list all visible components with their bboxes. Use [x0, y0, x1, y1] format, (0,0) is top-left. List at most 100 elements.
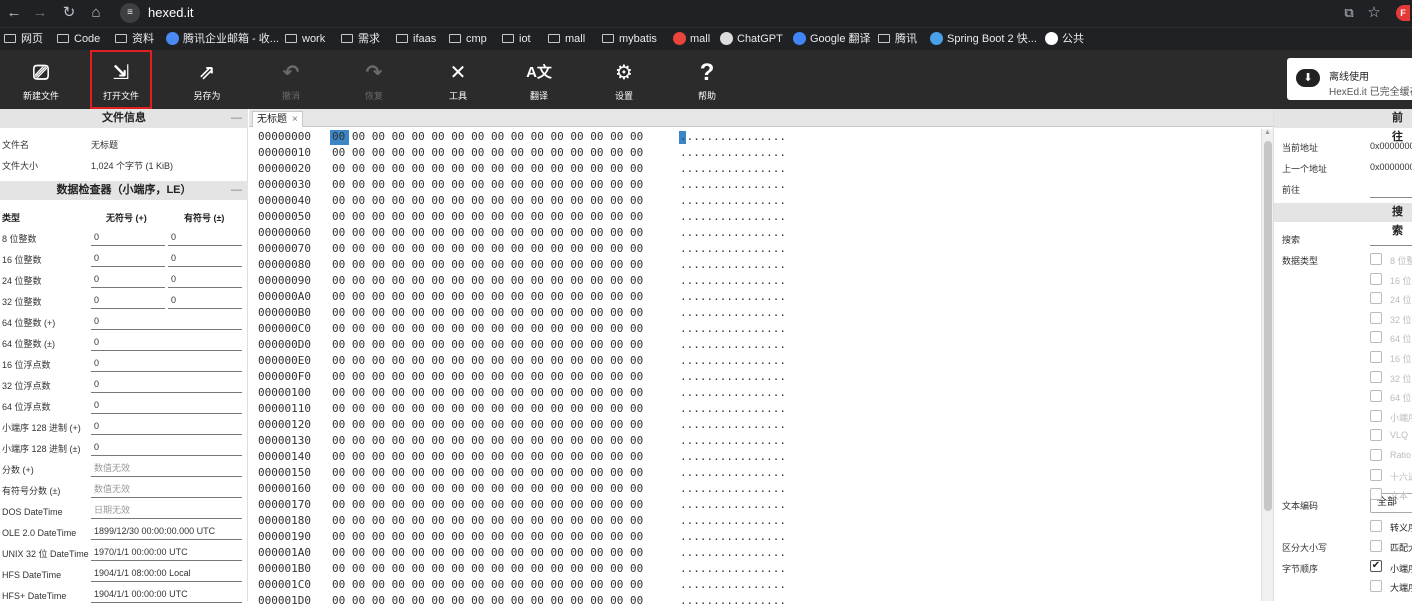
inspector-value-field[interactable]: 0 — [91, 439, 242, 456]
data-type-checkbox[interactable] — [1370, 390, 1382, 403]
row-bytes[interactable]: 00 00 00 00 00 00 00 00 00 00 00 00 00 0… — [332, 321, 643, 337]
inspector-value-field[interactable]: 0 — [91, 313, 242, 330]
signed-value-field[interactable]: 0 — [168, 271, 242, 288]
help-button[interactable]: ? 帮助 — [676, 50, 738, 109]
row-ascii[interactable]: ................ — [680, 481, 786, 497]
data-type-checkbox[interactable] — [1370, 331, 1382, 344]
tab-close-icon[interactable]: × — [292, 114, 298, 125]
data-type-checkbox[interactable] — [1370, 409, 1382, 422]
bookmark-item[interactable]: iot — [502, 32, 531, 47]
row-bytes[interactable]: 00 00 00 00 00 00 00 00 00 00 00 00 00 0… — [332, 481, 643, 497]
bookmark-item[interactable]: ChatGPT — [720, 32, 783, 47]
unsigned-value-field[interactable]: 0 — [91, 292, 165, 309]
inspector-value-field[interactable]: 0 — [91, 355, 242, 372]
redo-button[interactable]: ↷ 恢复 — [343, 50, 405, 109]
signed-value-field[interactable]: 0 — [168, 292, 242, 309]
bookmark-item[interactable]: 腾讯 — [878, 32, 917, 47]
unsigned-value-field[interactable]: 0 — [91, 250, 165, 267]
bookmark-item[interactable]: 需求 — [341, 32, 380, 47]
row-bytes[interactable]: 00 00 00 00 00 00 00 00 00 00 00 00 00 0… — [332, 145, 643, 161]
home-icon[interactable]: ⌂ — [86, 3, 106, 23]
goto-header[interactable]: 前往 — [1274, 109, 1412, 143]
row-bytes[interactable]: 00 00 00 00 00 00 00 00 00 00 00 00 00 0… — [332, 369, 643, 385]
big-endian-checkbox[interactable] — [1370, 580, 1382, 592]
signed-value-field[interactable]: 0 — [168, 250, 242, 267]
row-bytes[interactable]: 00 00 00 00 00 00 00 00 00 00 00 00 00 0… — [332, 529, 643, 545]
row-ascii[interactable]: ................ — [680, 433, 786, 449]
row-bytes[interactable]: 00 00 00 00 00 00 00 00 00 00 00 00 00 0… — [332, 433, 643, 449]
row-bytes[interactable]: 00 00 00 00 00 00 00 00 00 00 00 00 00 0… — [332, 417, 643, 433]
inspector-value-field[interactable]: 0 — [91, 334, 242, 351]
row-bytes[interactable]: 00 00 00 00 00 00 00 00 00 00 00 00 00 0… — [332, 177, 643, 193]
unsigned-value-field[interactable]: 0 — [91, 229, 165, 246]
row-bytes[interactable]: 00 00 00 00 00 00 00 00 00 00 00 00 00 0… — [332, 289, 643, 305]
bookmark-item[interactable]: Google 翻译 — [793, 32, 871, 47]
inspector-value-field[interactable]: 1904/1/1 00:00:00 UTC — [91, 586, 242, 603]
inspector-value-field[interactable]: 1904/1/1 08:00:00 Local — [91, 565, 242, 582]
goto-input[interactable] — [1370, 197, 1412, 198]
data-type-checkbox[interactable] — [1370, 272, 1382, 285]
data-inspector-header[interactable]: 数据检查器（小端序，LE） — — [0, 181, 248, 200]
bookmark-item[interactable]: 网页 — [4, 32, 43, 47]
little-endian-checkbox[interactable]: ✔ — [1370, 560, 1382, 572]
data-type-checkbox[interactable] — [1370, 468, 1382, 481]
new-file-button[interactable]: ⎚ 新建文件 — [10, 50, 72, 109]
inspector-value-field[interactable]: 0 — [91, 418, 242, 435]
row-bytes[interactable]: 00 00 00 00 00 00 00 00 00 00 00 00 00 0… — [332, 385, 643, 401]
row-ascii[interactable]: ................ — [680, 241, 786, 257]
open-file-button[interactable]: ⇲ 打开文件 — [90, 50, 152, 109]
row-bytes[interactable]: 00 00 00 00 00 00 00 00 00 00 00 00 00 0… — [332, 353, 643, 369]
vertical-scrollbar[interactable]: ▲ — [1261, 129, 1273, 601]
scroll-thumb[interactable] — [1264, 141, 1272, 511]
row-bytes[interactable]: 00 00 00 00 00 00 00 00 00 00 00 00 00 0… — [332, 337, 643, 353]
data-type-checkbox[interactable] — [1370, 351, 1382, 363]
reload-icon[interactable]: ↻ — [59, 3, 79, 23]
bookmark-item[interactable]: ifaas — [396, 32, 436, 47]
data-type-checkbox[interactable] — [1370, 370, 1382, 383]
row-bytes[interactable]: 00 00 00 00 00 00 00 00 00 00 00 00 00 0… — [332, 257, 643, 273]
search-header[interactable]: 搜索 — [1274, 203, 1412, 237]
undo-button[interactable]: ↶ 撤消 — [260, 50, 322, 109]
bookmark-item[interactable]: Code — [57, 32, 100, 47]
row-ascii[interactable]: ................ — [680, 337, 786, 353]
row-bytes[interactable]: 00 00 00 00 00 00 00 00 00 00 00 00 00 0… — [332, 193, 643, 209]
data-type-checkbox[interactable] — [1370, 292, 1382, 305]
row-bytes[interactable]: 00 00 00 00 00 00 00 00 00 00 00 00 00 0… — [332, 305, 643, 321]
bookmark-item[interactable]: 公共 — [1045, 32, 1084, 47]
row-bytes[interactable]: 00 00 00 00 00 00 00 00 00 00 00 00 00 0… — [332, 465, 643, 481]
search-input[interactable] — [1370, 245, 1412, 246]
data-type-checkbox[interactable] — [1370, 488, 1382, 501]
row-ascii[interactable]: ................ — [680, 513, 786, 529]
row-ascii[interactable]: ................ — [680, 193, 786, 209]
inspector-value-field[interactable]: 1899/12/30 00:00:00.000 UTC — [91, 523, 242, 540]
escape-sequence-checkbox[interactable] — [1370, 520, 1382, 532]
row-ascii[interactable]: ................ — [680, 417, 786, 433]
row-bytes[interactable]: 00 00 00 00 00 00 00 00 00 00 00 00 00 0… — [332, 241, 643, 257]
address-bar-url[interactable]: hexed.it — [148, 5, 194, 20]
bookmark-item[interactable]: 资料 — [115, 32, 154, 47]
row-bytes[interactable]: 00 00 00 00 00 00 00 00 00 00 00 00 00 0… — [332, 593, 643, 609]
cast-icon[interactable]: ⧉ — [1339, 3, 1359, 23]
bookmark-item[interactable]: 腾讯企业邮箱 - 收... — [166, 32, 279, 47]
row-ascii[interactable]: ................ — [680, 321, 786, 337]
row-ascii[interactable]: ................ — [680, 593, 786, 609]
profile-avatar[interactable]: F — [1396, 5, 1410, 21]
bookmark-star-icon[interactable]: ☆ — [1364, 3, 1384, 23]
bookmark-item[interactable]: mall — [548, 32, 585, 47]
bookmark-item[interactable]: work — [285, 32, 325, 47]
row-bytes[interactable]: 00 00 00 00 00 00 00 00 00 00 00 00 00 0… — [332, 161, 643, 177]
tools-button[interactable]: ✕ 工具 — [427, 50, 489, 109]
row-ascii[interactable]: ................ — [680, 177, 786, 193]
unsigned-value-field[interactable]: 0 — [91, 271, 165, 288]
row-ascii[interactable]: ................ — [680, 385, 786, 401]
row-bytes[interactable]: 00 00 00 00 00 00 00 00 00 00 00 00 00 0… — [332, 561, 643, 577]
row-bytes[interactable]: 00 00 00 00 00 00 00 00 00 00 00 00 00 0… — [332, 513, 643, 529]
row-ascii[interactable]: ................ — [680, 353, 786, 369]
row-ascii[interactable]: ................ — [680, 577, 786, 593]
scroll-up-icon[interactable]: ▲ — [1264, 129, 1271, 136]
row-ascii[interactable]: ................ — [680, 129, 786, 145]
bookmark-item[interactable]: cmp — [449, 32, 487, 47]
tab-untitled[interactable]: 无标题 × — [252, 111, 303, 127]
row-bytes[interactable]: 00 00 00 00 00 00 00 00 00 00 00 00 00 0… — [332, 273, 643, 289]
row-ascii[interactable]: ................ — [680, 273, 786, 289]
